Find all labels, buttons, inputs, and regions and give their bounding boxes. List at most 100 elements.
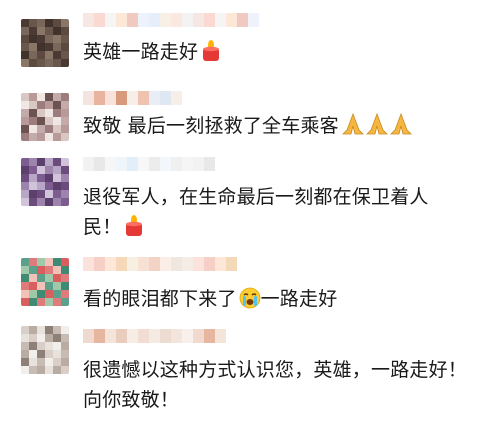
avatar-pixel <box>53 93 61 101</box>
avatar-pixel <box>61 182 69 190</box>
avatar-pixel <box>29 190 37 198</box>
avatar-pixel <box>53 109 61 117</box>
avatar-pixel <box>45 43 53 51</box>
avatar-pixel <box>53 158 61 166</box>
avatar-pixel <box>53 266 61 274</box>
avatar-pixel <box>37 190 45 198</box>
avatar-pixel <box>29 258 37 266</box>
avatar-pixel <box>37 166 45 174</box>
avatar-pixel <box>37 101 45 109</box>
username-pixel <box>105 329 116 343</box>
avatar-pixel <box>53 290 61 298</box>
avatar-pixel <box>45 51 53 59</box>
avatar-pixel <box>61 59 69 67</box>
username-pixel <box>105 157 116 171</box>
avatar-pixel <box>37 274 45 282</box>
username-pixel <box>193 329 204 343</box>
avatar-pixel <box>21 166 29 174</box>
avatar-pixel <box>29 19 37 27</box>
username-blurred[interactable] <box>83 257 237 271</box>
username-pixel <box>193 257 204 271</box>
avatar[interactable] <box>21 326 69 374</box>
avatar-pixel <box>45 342 53 350</box>
avatar-pixel <box>61 19 69 27</box>
avatar-pixel <box>29 274 37 282</box>
avatar-pixel <box>37 19 45 27</box>
avatar-pixel <box>21 274 29 282</box>
avatar-pixel <box>53 166 61 174</box>
avatar-pixel <box>37 334 45 342</box>
username-pixel <box>116 329 127 343</box>
avatar-pixel <box>53 358 61 366</box>
username-pixel <box>182 13 193 27</box>
avatar-pixel <box>61 158 69 166</box>
avatar-pixel <box>53 59 61 67</box>
avatar-pixel <box>37 125 45 133</box>
avatar-pixel <box>37 43 45 51</box>
username-pixel <box>138 257 149 271</box>
avatar[interactable] <box>21 258 69 306</box>
avatar-pixel <box>53 43 61 51</box>
username-pixel <box>127 157 138 171</box>
username-pixel <box>160 157 171 171</box>
username-blurred[interactable] <box>83 13 259 27</box>
avatar-pixel <box>21 190 29 198</box>
avatar-pixel <box>61 27 69 35</box>
avatar-pixel <box>29 117 37 125</box>
avatar-pixel <box>21 93 29 101</box>
avatar-pixel <box>53 19 61 27</box>
username-blurred[interactable] <box>83 329 226 343</box>
avatar-pixel <box>61 198 69 206</box>
avatar-pixel <box>53 117 61 125</box>
avatar[interactable] <box>21 158 69 206</box>
avatar-pixel <box>37 27 45 35</box>
username-pixel <box>127 13 138 27</box>
username-pixel <box>160 91 171 105</box>
username-blurred[interactable] <box>83 157 215 171</box>
avatar[interactable] <box>21 93 69 141</box>
comment-text: 很遗憾以这种方式认识您，英雄，一路走好！向你致敬！ <box>83 355 468 415</box>
username-pixel <box>105 13 116 27</box>
username-pixel <box>105 257 116 271</box>
avatar-pixel <box>29 174 37 182</box>
avatar-pixel <box>21 109 29 117</box>
username-pixel <box>171 91 182 105</box>
username-pixel <box>116 13 127 27</box>
avatar-pixel <box>37 326 45 334</box>
avatar-pixel <box>45 182 53 190</box>
avatar-pixel <box>53 35 61 43</box>
avatar-pixel <box>45 334 53 342</box>
avatar-pixel <box>45 27 53 35</box>
avatar-pixel <box>45 282 53 290</box>
avatar-pixel <box>45 133 53 141</box>
username-pixel <box>138 329 149 343</box>
avatar-pixel <box>53 282 61 290</box>
username-pixel <box>171 157 182 171</box>
avatar-pixel <box>45 258 53 266</box>
comment-text-before: 看的眼泪都下来了 <box>83 288 237 310</box>
avatar-pixel <box>29 290 37 298</box>
username-pixel <box>182 157 193 171</box>
avatar-pixel <box>53 190 61 198</box>
username-pixel <box>193 13 204 27</box>
avatar-pixel <box>21 133 29 141</box>
avatar-pixel <box>61 290 69 298</box>
avatar-pixel <box>45 101 53 109</box>
username-pixel <box>149 329 160 343</box>
avatar-pixel <box>37 158 45 166</box>
avatar-pixel <box>53 274 61 282</box>
comment-text-content: 致敬 最后一刻拯救了全车乘客 <box>83 115 339 137</box>
crying-face-icon <box>239 287 261 318</box>
avatar-pixel <box>21 27 29 35</box>
avatar-pixel <box>29 282 37 290</box>
avatar-pixel <box>45 59 53 67</box>
avatar-pixel <box>21 266 29 274</box>
avatar-pixel <box>37 350 45 358</box>
username-pixel <box>204 157 215 171</box>
avatar[interactable] <box>21 19 69 67</box>
avatar-pixel <box>37 366 45 374</box>
username-pixel <box>127 257 138 271</box>
avatar-pixel <box>45 298 53 306</box>
username-blurred[interactable] <box>83 91 182 105</box>
username-pixel <box>149 13 160 27</box>
